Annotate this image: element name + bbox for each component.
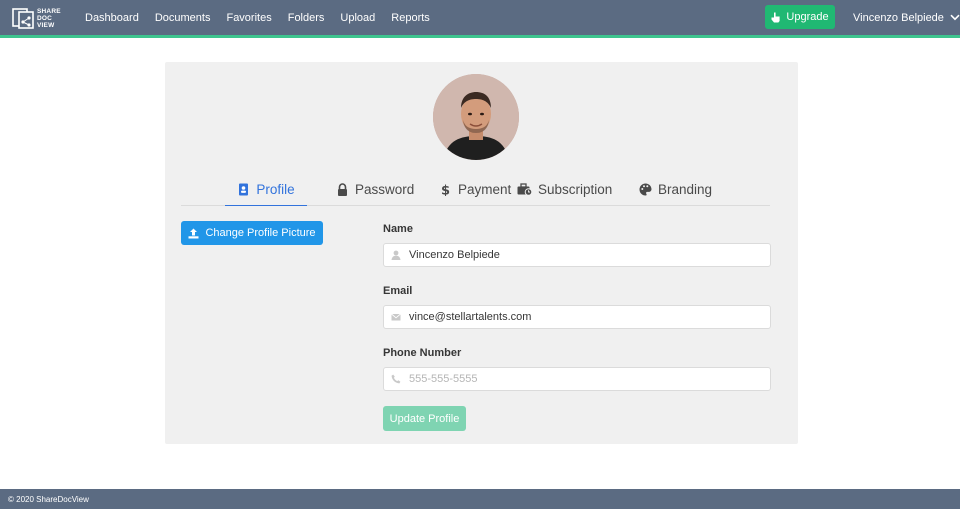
logo-document-icon bbox=[12, 8, 34, 29]
tab-subscription[interactable]: Subscription bbox=[517, 173, 612, 206]
envelope-icon bbox=[391, 313, 401, 321]
user-menu[interactable]: Vincenzo Belpiede bbox=[853, 0, 960, 35]
briefcase-clock-icon bbox=[517, 183, 532, 196]
change-profile-picture-button[interactable]: Change Profile Picture bbox=[181, 221, 323, 245]
id-badge-icon bbox=[239, 183, 249, 195]
hand-pointer-icon bbox=[771, 12, 780, 22]
tab-label: Password bbox=[355, 182, 415, 197]
lock-icon bbox=[338, 183, 347, 196]
tab-label: Profile bbox=[256, 181, 295, 197]
tab-label: Payment bbox=[458, 182, 512, 197]
user-name: Vincenzo Belpiede bbox=[853, 11, 944, 24]
change-profile-picture-label: Change Profile Picture bbox=[205, 227, 316, 239]
name-input[interactable] bbox=[409, 249, 749, 261]
tab-payment[interactable]: $ Payment bbox=[439, 173, 511, 206]
svg-text:$: $ bbox=[441, 184, 450, 197]
email-input[interactable] bbox=[409, 311, 749, 323]
phone-field[interactable] bbox=[383, 367, 771, 391]
chevron-down-icon bbox=[950, 14, 960, 21]
name-label: Name bbox=[383, 223, 413, 235]
profile-card: Profile Password $ Payment Subscription bbox=[165, 62, 798, 444]
copyright-text: © 2020 ShareDocView bbox=[8, 494, 89, 504]
nav-favorites[interactable]: Favorites bbox=[226, 12, 271, 24]
avatar[interactable] bbox=[433, 74, 519, 160]
tab-label: Subscription bbox=[538, 182, 613, 197]
nav-documents[interactable]: Documents bbox=[155, 12, 211, 24]
email-field[interactable] bbox=[383, 305, 771, 329]
user-icon bbox=[391, 250, 401, 260]
dollar-icon: $ bbox=[441, 184, 450, 197]
logo-text: SHARE DOC VIEW bbox=[37, 7, 61, 29]
phone-icon bbox=[391, 374, 401, 384]
name-field[interactable] bbox=[383, 243, 771, 267]
palette-icon bbox=[639, 183, 652, 196]
upload-icon bbox=[188, 228, 199, 238]
phone-label: Phone Number bbox=[383, 347, 462, 359]
nav-folders[interactable]: Folders bbox=[288, 12, 325, 24]
tab-password[interactable]: Password bbox=[336, 173, 414, 206]
avatar-photo bbox=[433, 74, 519, 160]
email-label: Email bbox=[383, 285, 413, 297]
sharedocview-logo[interactable]: SHARE DOC VIEW bbox=[12, 5, 64, 31]
tab-branding[interactable]: Branding bbox=[639, 173, 712, 206]
footer: © 2020 ShareDocView bbox=[0, 489, 960, 509]
nav-reports[interactable]: Reports bbox=[391, 12, 430, 24]
main-nav: Dashboard Documents Favorites Folders Up… bbox=[85, 0, 446, 35]
update-profile-button[interactable]: Update Profile bbox=[383, 406, 466, 431]
settings-tabs: Profile Password $ Payment Subscription bbox=[181, 173, 770, 206]
upgrade-button[interactable]: Upgrade bbox=[765, 5, 835, 29]
nav-upload[interactable]: Upload bbox=[340, 12, 375, 24]
navbar-accent-line bbox=[0, 35, 960, 38]
nav-dashboard[interactable]: Dashboard bbox=[85, 12, 139, 24]
tab-profile[interactable]: Profile bbox=[225, 173, 307, 206]
tab-label: Branding bbox=[658, 182, 713, 197]
upgrade-label: Upgrade bbox=[786, 11, 829, 23]
top-navbar: SHARE DOC VIEW Dashboard Documents Favor… bbox=[0, 0, 960, 35]
phone-input[interactable] bbox=[409, 373, 749, 385]
